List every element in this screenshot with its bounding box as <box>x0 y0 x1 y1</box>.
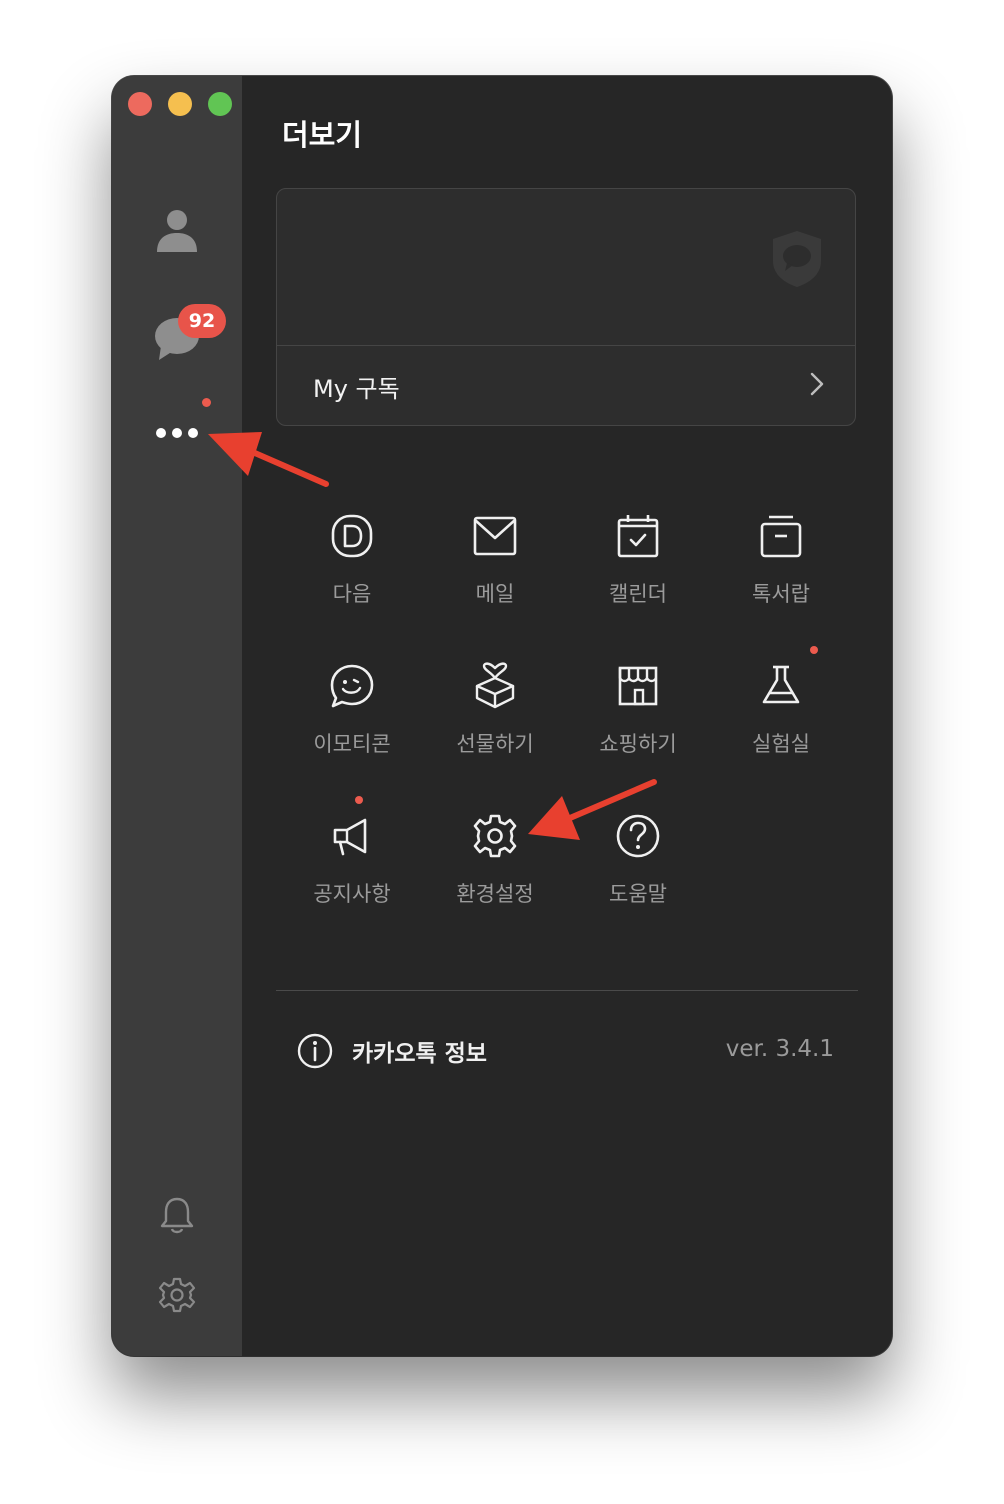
grid-item-label: 톡서랍 <box>752 582 810 606</box>
sidebar-item-settings[interactable] <box>156 1274 198 1316</box>
grid-item-label: 선물하기 <box>456 732 534 756</box>
grid-item-settings[interactable]: 환경설정 <box>430 812 560 932</box>
calendar-icon <box>617 515 659 558</box>
megaphone-icon <box>333 818 367 856</box>
daum-icon <box>331 514 373 558</box>
shield-chat-icon <box>773 231 821 287</box>
bell-icon <box>160 1197 194 1234</box>
grid-item-notice[interactable]: 공지사항 <box>287 796 417 932</box>
main-panel: 더보기 My 구독 다음 메일 캘린더 톡서랍 이모티콘 선물하기 쇼핑하기 실… <box>242 76 892 1356</box>
zoom-window-button[interactable] <box>208 92 232 116</box>
more-dots-icon <box>156 428 198 438</box>
grid-item-shopping[interactable]: 쇼핑하기 <box>573 662 703 782</box>
my-subscription-label: My 구독 <box>313 374 400 403</box>
page-title: 더보기 <box>282 118 363 152</box>
mail-icon <box>473 516 517 556</box>
grid-item-label: 이모티콘 <box>313 732 391 756</box>
my-subscription-row[interactable]: My 구독 <box>277 346 855 426</box>
gift-icon <box>475 662 515 709</box>
chevron-right-icon <box>810 372 824 396</box>
grid-item-label: 도움말 <box>609 882 667 906</box>
store-icon <box>618 666 658 706</box>
new-indicator-dot <box>355 796 363 804</box>
settings-gear-icon <box>473 814 517 858</box>
unread-chats-badge: 92 <box>178 304 226 338</box>
grid-item-label: 공지사항 <box>313 882 391 906</box>
sidebar-item-notifications[interactable] <box>156 1194 198 1236</box>
sidebar-item-more[interactable] <box>152 418 202 448</box>
emoticon-icon <box>330 664 374 708</box>
grid-item-label: 환경설정 <box>456 882 534 906</box>
grid-item-daum[interactable]: 다음 <box>287 512 417 632</box>
info-icon <box>297 1033 333 1069</box>
grid-item-label: 실험실 <box>752 732 810 756</box>
grid-item-label: 쇼핑하기 <box>599 732 677 756</box>
sidebar: 92 <box>112 76 242 1356</box>
close-window-button[interactable] <box>128 92 152 116</box>
section-divider <box>276 990 858 991</box>
subscription-banner[interactable] <box>277 189 855 346</box>
drawer-icon <box>760 515 802 558</box>
kakaotalk-info-row[interactable]: 카카오톡 정보 ver. 3.4.1 <box>276 1026 858 1076</box>
kakaotalk-info-label: 카카오톡 정보 <box>352 1041 487 1067</box>
grid-item-mail[interactable]: 메일 <box>430 512 560 632</box>
new-indicator-dot <box>202 398 211 407</box>
flask-icon <box>762 665 800 704</box>
sidebar-item-friends[interactable] <box>152 204 202 254</box>
grid-item-label: 다음 <box>332 582 372 606</box>
gear-icon <box>158 1277 196 1313</box>
help-icon <box>616 814 660 858</box>
grid-item-emoticon[interactable]: 이모티콘 <box>287 662 417 782</box>
grid-item-help[interactable]: 도움말 <box>573 812 703 932</box>
grid-item-label: 메일 <box>475 582 515 606</box>
version-text: ver. 3.4.1 <box>725 1036 834 1062</box>
kakaotalk-window: 92 더보기 My 구독 다음 메일 캘린더 톡서랍 이모티콘 선물하기 쇼핑하… <box>112 76 892 1356</box>
new-indicator-dot <box>810 646 818 654</box>
subscription-card: My 구독 <box>276 188 856 426</box>
grid-item-lab[interactable]: 실험실 <box>716 646 846 782</box>
person-icon <box>157 210 197 252</box>
grid-item-gift[interactable]: 선물하기 <box>430 662 560 782</box>
grid-item-drawer[interactable]: 톡서랍 <box>716 512 846 632</box>
grid-item-calendar[interactable]: 캘린더 <box>573 512 703 632</box>
minimize-window-button[interactable] <box>168 92 192 116</box>
grid-item-label: 캘린더 <box>609 582 667 606</box>
